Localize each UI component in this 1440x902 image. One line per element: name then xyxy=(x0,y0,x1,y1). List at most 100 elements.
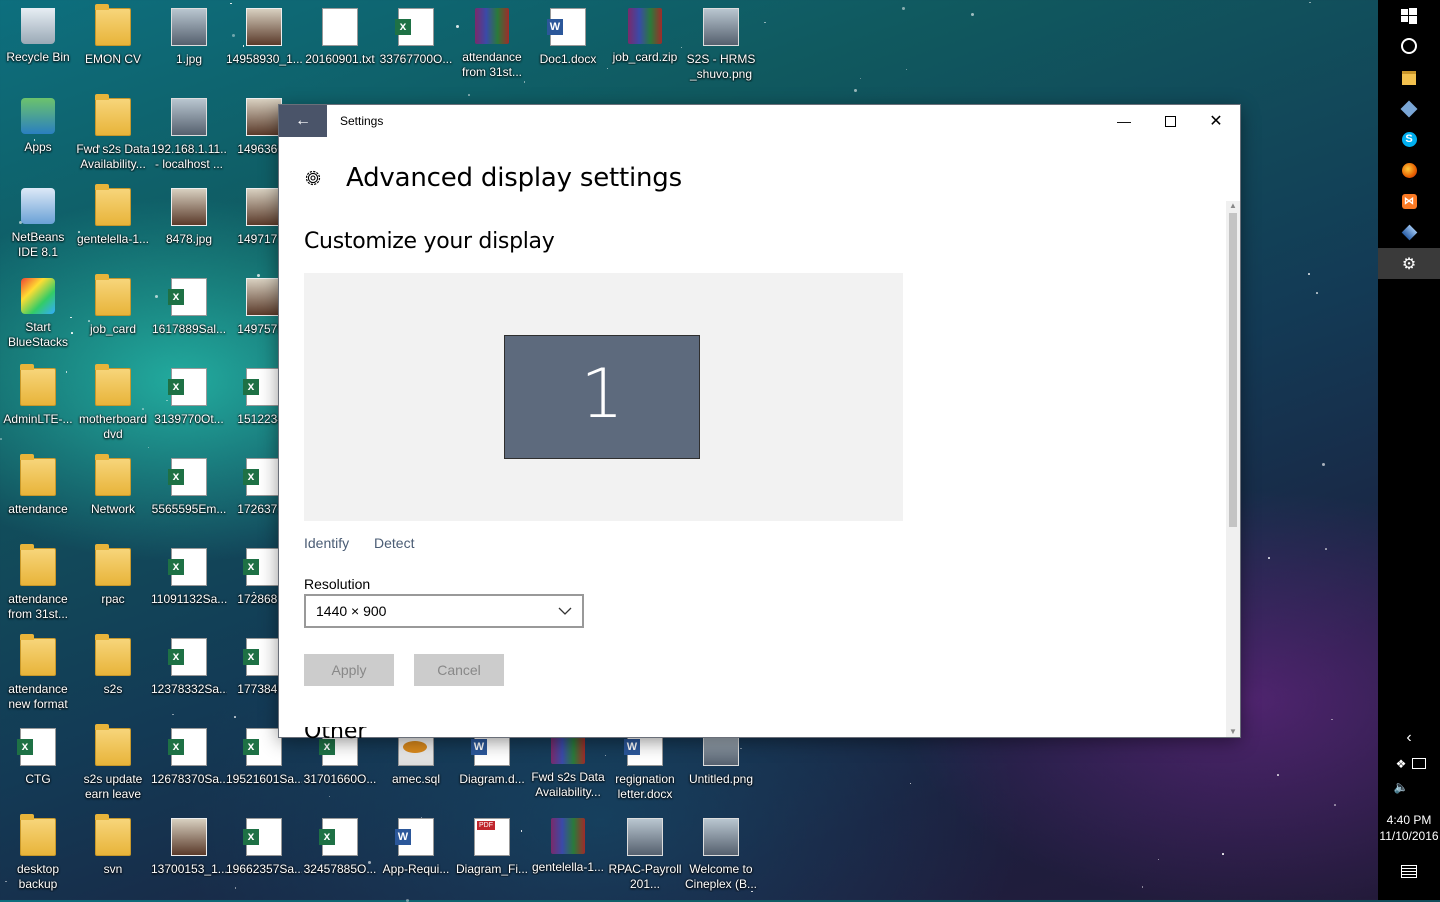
desktop-icon[interactable]: desktop backup xyxy=(0,810,76,896)
start-button[interactable] xyxy=(1378,0,1440,31)
desktop-icon[interactable]: gentelella-1... xyxy=(530,810,606,896)
system-clock[interactable]: 4:40 PM 11/10/2016 xyxy=(1378,812,1440,844)
rar-archive-icon xyxy=(551,818,585,854)
title-bar[interactable]: ← Settings — ✕ xyxy=(279,105,1240,137)
cancel-button[interactable]: Cancel xyxy=(414,654,504,686)
star xyxy=(764,21,766,24)
desktop-icon[interactable]: 20160901.txt xyxy=(302,0,378,86)
desktop-icon-label: motherboard dvd xyxy=(78,412,148,441)
taskbar-file-explorer[interactable] xyxy=(1378,62,1440,93)
desktop-icon[interactable]: gentelella-1... xyxy=(75,180,151,266)
desktop-icon-label: 12378332Sa... xyxy=(151,682,227,696)
excel-icon xyxy=(168,728,207,766)
desktop-icon[interactable]: NetBeans IDE 8.1 xyxy=(0,180,76,266)
desktop-icon[interactable]: attendance new format xyxy=(0,630,76,716)
desktop-icon[interactable]: S2S - HRMS _shuvo.png xyxy=(683,0,759,86)
desktop-icon[interactable]: 12678370Sa... xyxy=(151,720,227,806)
folder-icon xyxy=(20,454,56,496)
scroll-up-icon[interactable]: ▲ xyxy=(1226,201,1240,211)
desktop-icon-label: gentelella-1... xyxy=(531,860,605,874)
desktop-icon[interactable]: 19662357Sa... xyxy=(226,810,302,896)
close-button[interactable]: ✕ xyxy=(1193,105,1239,137)
desktop-icon[interactable]: 1.jpg xyxy=(151,0,227,86)
desktop-icon[interactable]: Doc1.docx xyxy=(530,0,606,86)
bluestacks-icon xyxy=(21,278,55,314)
desktop-icon[interactable]: rpac xyxy=(75,540,151,626)
resolution-dropdown[interactable]: 1440 × 900 xyxy=(304,594,584,628)
desktop-icon[interactable]: attendance from 31st... xyxy=(0,540,76,626)
desktop-icon[interactable]: 32457885O... xyxy=(302,810,378,896)
desktop-icon-label: attendance new format xyxy=(8,682,68,711)
desktop-icon[interactable]: Start BlueStacks xyxy=(0,270,76,356)
desktop-icon[interactable]: s2s xyxy=(75,630,151,716)
scroll-down-icon[interactable]: ▼ xyxy=(1226,727,1240,737)
desktop-icon[interactable]: RPAC-Payroll 201... xyxy=(607,810,683,896)
back-button[interactable]: ← xyxy=(279,105,327,137)
taskbar-xampp[interactable]: ⋈ xyxy=(1378,186,1440,217)
identify-link[interactable]: Identify xyxy=(304,535,349,551)
desktop-icon[interactable]: 1617889Sal... xyxy=(151,270,227,356)
desktop-icon[interactable]: Recycle Bin xyxy=(0,0,76,86)
taskbar-network-tool[interactable] xyxy=(1378,93,1440,124)
excel-icon xyxy=(243,458,282,496)
maximize-button[interactable] xyxy=(1147,105,1193,137)
desktop-icon-label: Diagram_Fi... xyxy=(455,862,529,876)
scrollbar-thumb[interactable] xyxy=(1229,213,1237,527)
taskbar-firefox[interactable] xyxy=(1378,155,1440,186)
desktop-icon[interactable]: 33767700O... xyxy=(378,0,454,86)
apply-button[interactable]: Apply xyxy=(304,654,394,686)
star xyxy=(1322,462,1326,466)
desktop-icon[interactable]: Apps xyxy=(0,90,76,176)
desktop-icon[interactable]: job_card.zip xyxy=(607,0,683,86)
desktop-icon[interactable]: Welcome to Cineplex (B... xyxy=(683,810,759,896)
desktop-icon[interactable]: 5565595Em... xyxy=(151,450,227,536)
desktop-icon[interactable]: Fwd s2s Data Availability... xyxy=(75,90,151,176)
folder-icon xyxy=(95,274,131,316)
desktop-icon[interactable]: AdminLTE-... xyxy=(0,360,76,446)
desktop-icon[interactable]: svn xyxy=(75,810,151,896)
desktop-icon[interactable]: Network xyxy=(75,450,151,536)
action-center-button[interactable] xyxy=(1378,856,1440,887)
resolution-value: 1440 × 900 xyxy=(316,603,387,619)
image-icon xyxy=(703,818,739,856)
maximize-icon xyxy=(1164,115,1176,127)
desktop-icon-label: Doc1.docx xyxy=(539,52,597,66)
tray-volume[interactable]: 🔈 xyxy=(1370,771,1432,802)
desktop-icon[interactable]: 12378332Sa... xyxy=(151,630,227,716)
photo-icon xyxy=(246,188,282,226)
desktop-icon[interactable]: Diagram_Fi... xyxy=(454,810,530,896)
desktop-icon[interactable]: 192.168.1.11... - localhost ... xyxy=(151,90,227,176)
taskbar-virtualbox[interactable] xyxy=(1378,217,1440,248)
desktop-icon[interactable]: s2s update earn leave xyxy=(75,720,151,806)
desktop-icon[interactable]: EMON CV xyxy=(75,0,151,86)
desktop-icon-label: Recycle Bin xyxy=(6,50,70,64)
minimize-button[interactable]: — xyxy=(1101,105,1147,137)
monitor-1-tile[interactable]: 1 xyxy=(504,335,700,459)
image-icon xyxy=(171,98,207,136)
desktop-icon[interactable]: attendance from 31st... xyxy=(454,0,530,86)
action-center-icon xyxy=(1401,865,1417,878)
desktop-icon[interactable]: 11091132Sa... xyxy=(151,540,227,626)
desktop-icon[interactable]: job_card xyxy=(75,270,151,356)
text-file-icon xyxy=(322,8,358,46)
desktop-icon-label: 5565595Em... xyxy=(151,502,227,516)
excel-icon xyxy=(243,548,282,586)
excel-icon xyxy=(243,818,282,856)
cortana-button[interactable] xyxy=(1378,30,1440,61)
desktop-icon[interactable]: 14958930_1... xyxy=(226,0,302,86)
desktop-icon[interactable]: attendance xyxy=(0,450,76,536)
star xyxy=(853,89,857,93)
star xyxy=(1331,718,1333,721)
desktop-icon[interactable]: 13700153_1... xyxy=(151,810,227,896)
desktop-icon[interactable]: 3139770Ot... xyxy=(151,360,227,446)
taskbar-skype[interactable]: S xyxy=(1378,124,1440,155)
desktop-icon[interactable]: App-Requi... xyxy=(378,810,454,896)
detect-link[interactable]: Detect xyxy=(374,535,414,551)
vertical-scrollbar[interactable]: ▲ ▼ xyxy=(1226,201,1240,737)
desktop-icon[interactable]: motherboard dvd xyxy=(75,360,151,446)
desktop-icon[interactable]: CTG xyxy=(0,720,76,806)
taskbar-settings[interactable]: ⚙ xyxy=(1378,248,1440,279)
desktop-icon[interactable]: 8478.jpg xyxy=(151,180,227,266)
cortana-circle-icon xyxy=(1401,37,1417,54)
start-windows-icon xyxy=(1401,7,1417,24)
